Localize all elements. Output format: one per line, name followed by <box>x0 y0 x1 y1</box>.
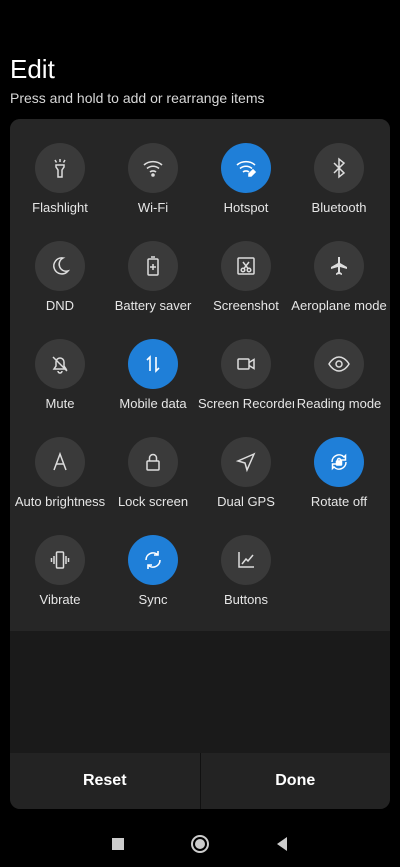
airplane-icon <box>314 241 364 291</box>
page-title: Edit <box>10 54 55 84</box>
tile-auto-brightness[interactable]: Auto brightness <box>12 437 108 535</box>
tile-label: Reading mode <box>296 396 382 411</box>
circle-icon <box>191 835 209 853</box>
tile-screenshot[interactable]: Screenshot <box>198 241 294 339</box>
screenshot-icon <box>221 241 271 291</box>
gps-navigation-icon <box>221 437 271 487</box>
tile-wifi[interactable]: Wi-Fi <box>105 143 201 241</box>
done-button[interactable]: Done <box>201 753 391 809</box>
tile-label: Bluetooth <box>311 200 367 215</box>
rotate-lock-icon <box>314 437 364 487</box>
moon-icon <box>35 241 85 291</box>
tile-battery-saver[interactable]: Battery saver <box>105 241 201 339</box>
tile-label: Buttons <box>223 592 269 607</box>
tile-rotate-off[interactable]: Rotate off <box>291 437 387 535</box>
hotspot-icon <box>221 143 271 193</box>
tiles-grid: Flashlight Wi-Fi Hotspot Bluetooth DND B… <box>10 119 390 631</box>
video-camera-icon <box>221 339 271 389</box>
tile-sync[interactable]: Sync <box>105 535 201 633</box>
tile-reading-mode[interactable]: Reading mode <box>291 339 387 437</box>
recents-button[interactable] <box>108 834 128 854</box>
tile-label: Auto brightness <box>14 494 106 509</box>
eye-icon <box>314 339 364 389</box>
square-icon <box>112 838 124 850</box>
tiles-panel: Flashlight Wi-Fi Hotspot Bluetooth DND B… <box>10 119 390 809</box>
flashlight-icon <box>35 143 85 193</box>
tile-label: Battery saver <box>114 298 192 313</box>
tile-label: Aeroplane mode <box>291 298 387 313</box>
tile-mobile-data[interactable]: Mobile data <box>105 339 201 437</box>
tile-bluetooth[interactable]: Bluetooth <box>291 143 387 241</box>
wifi-icon <box>128 143 178 193</box>
tile-label: Hotspot <box>223 200 269 215</box>
tile-label: Mute <box>45 396 75 411</box>
tile-vibrate[interactable]: Vibrate <box>12 535 108 633</box>
lock-icon <box>128 437 178 487</box>
quick-settings-edit-screen: Edit Press and hold to add or rearrange … <box>0 0 400 867</box>
tile-label: Dual GPS <box>217 494 275 509</box>
tile-flashlight[interactable]: Flashlight <box>12 143 108 241</box>
home-button[interactable] <box>190 834 210 854</box>
tile-label: Mobile data <box>119 396 187 411</box>
mute-bell-icon <box>35 339 85 389</box>
tile-label: Screen Recorder <box>198 396 294 411</box>
back-button[interactable] <box>272 834 292 854</box>
tile-mute[interactable]: Mute <box>12 339 108 437</box>
tile-buttons[interactable]: Buttons <box>198 535 294 633</box>
tile-label: DND <box>45 298 75 313</box>
tile-hotspot[interactable]: Hotspot <box>198 143 294 241</box>
tile-label: Lock screen <box>117 494 189 509</box>
tile-label: Screenshot <box>213 298 279 313</box>
bluetooth-icon <box>314 143 364 193</box>
mobile-data-icon <box>128 339 178 389</box>
tile-screen-recorder[interactable]: Screen Recorder <box>198 339 294 437</box>
header: Edit Press and hold to add or rearrange … <box>10 52 390 106</box>
triangle-back-icon <box>277 837 287 851</box>
action-bar: Reset Done <box>10 753 390 809</box>
tile-dual-gps[interactable]: Dual GPS <box>198 437 294 535</box>
tile-aeroplane-mode[interactable]: Aeroplane mode <box>291 241 387 339</box>
tile-dnd[interactable]: DND <box>12 241 108 339</box>
page-subtitle: Press and hold to add or rearrange items <box>10 90 265 106</box>
buttons-icon <box>221 535 271 585</box>
navigation-bar <box>0 822 400 867</box>
vibrate-icon <box>35 535 85 585</box>
reset-button[interactable]: Reset <box>10 753 200 809</box>
tile-label: Rotate off <box>310 494 368 509</box>
tile-lock-screen[interactable]: Lock screen <box>105 437 201 535</box>
auto-brightness-icon <box>35 437 85 487</box>
battery-saver-icon <box>128 241 178 291</box>
tile-label: Sync <box>138 592 168 607</box>
inactive-tiles-area <box>10 631 390 753</box>
tile-label: Wi-Fi <box>137 200 169 215</box>
tile-label: Flashlight <box>32 200 88 215</box>
sync-icon <box>128 535 178 585</box>
tile-label: Vibrate <box>39 592 81 607</box>
